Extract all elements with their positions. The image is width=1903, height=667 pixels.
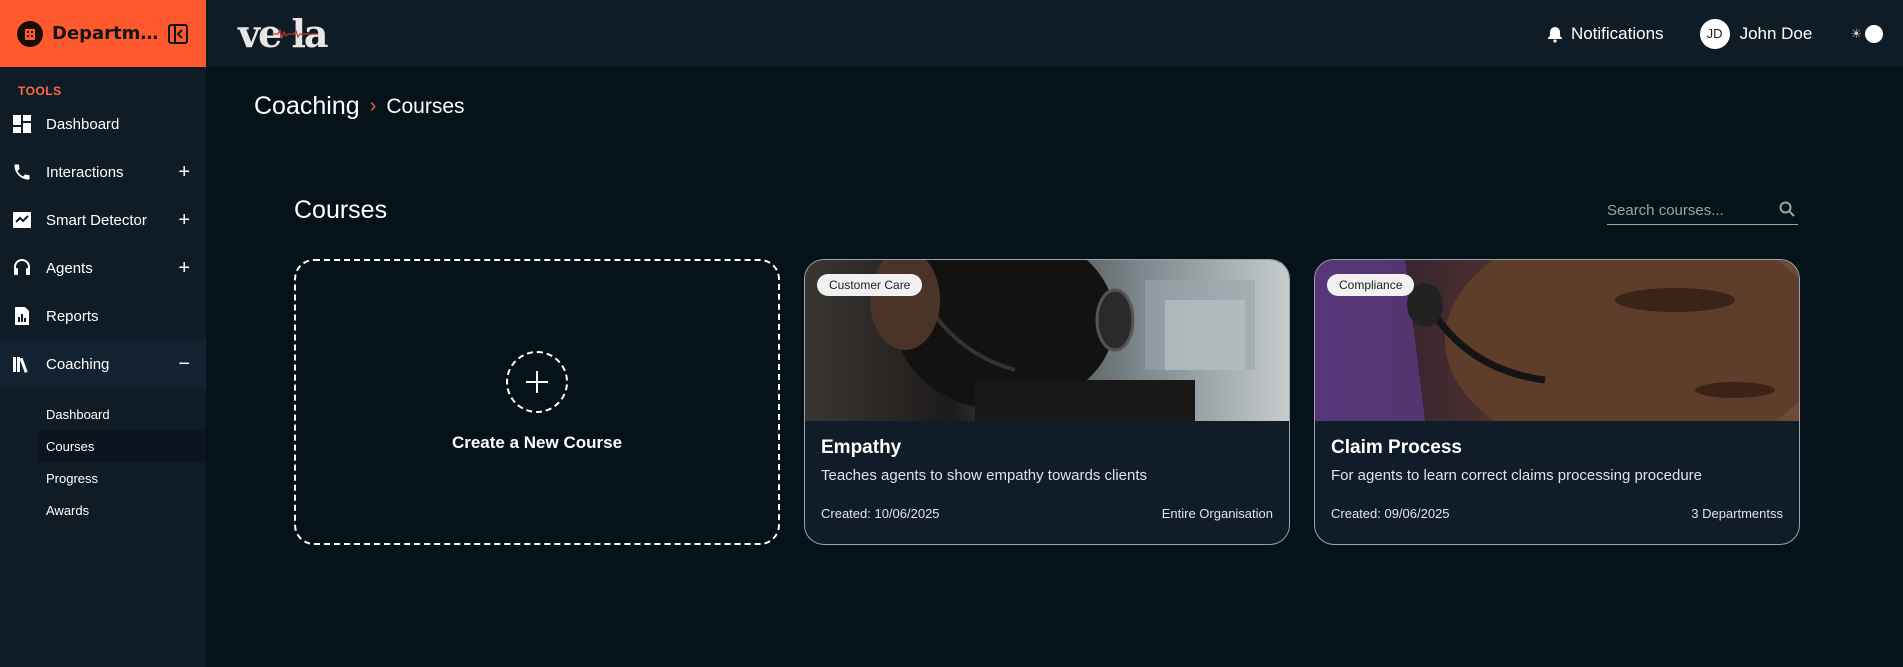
building-icon <box>17 20 43 47</box>
report-icon <box>12 306 32 326</box>
sidebar: Departmen... TOOLS Dashboard Interaction… <box>0 0 206 667</box>
chevron-right-icon: › <box>369 95 377 117</box>
books-icon <box>12 354 32 374</box>
sidebar-item-coaching[interactable]: Coaching − <box>0 340 206 388</box>
user-menu[interactable]: JD John Doe <box>1699 18 1813 49</box>
course-title: Empathy <box>821 437 902 458</box>
sidebar-item-agents[interactable]: Agents + <box>0 244 206 292</box>
course-description: For agents to learn correct claims proce… <box>1331 467 1703 484</box>
create-course-label: Create a New Course <box>451 433 623 452</box>
sidebar-item-label: Dashboard <box>46 115 120 133</box>
bell-icon <box>1547 26 1562 43</box>
user-name: John Doe <box>1739 23 1813 43</box>
sidebar-collapse-icon[interactable] <box>167 23 189 45</box>
chart-check-icon <box>12 210 32 230</box>
logo[interactable]: ve la <box>238 11 329 56</box>
sidebar-item-reports[interactable]: Reports <box>0 292 206 340</box>
sun-icon: ☀ <box>1850 25 1862 41</box>
sidebar-subitem-courses[interactable]: Courses <box>38 430 206 462</box>
department-selector[interactable]: Departmen... <box>0 0 206 67</box>
sidebar-item-label: Interactions <box>46 163 124 181</box>
notifications-label: Notifications <box>1570 23 1664 43</box>
tools-section-label: TOOLS <box>18 84 62 98</box>
search-icon[interactable] <box>1778 200 1796 218</box>
toggle-knob <box>1865 24 1883 43</box>
notifications-button[interactable]: Notifications <box>1546 24 1664 44</box>
course-scope: Entire Organisation <box>1161 506 1273 521</box>
topbar: ve la Notifications JD John Doe ☀ <box>206 0 1903 67</box>
page-title: Courses <box>294 196 388 224</box>
dashboard-icon <box>12 114 32 134</box>
sidebar-subitem-awards[interactable]: Awards <box>0 494 206 526</box>
create-course-card[interactable]: Create a New Course <box>294 259 780 545</box>
category-tag: Compliance <box>1327 274 1415 296</box>
headset-icon <box>12 258 32 278</box>
sidebar-item-label: Smart Detector <box>46 211 147 229</box>
sidebar-item-label: Coaching <box>46 355 110 373</box>
phone-icon <box>12 162 32 182</box>
course-description: Teaches agents to show empathy towards c… <box>821 467 1148 484</box>
course-created: Created: 09/06/2025 <box>1331 506 1450 521</box>
department-name: Departmen... <box>52 23 162 44</box>
avatar: JD <box>1699 18 1730 49</box>
sidebar-subitem-progress[interactable]: Progress <box>0 462 206 494</box>
sidebar-subitem-dashboard[interactable]: Dashboard <box>0 398 206 430</box>
breadcrumb: Coaching › Courses <box>254 92 465 121</box>
collapse-icon[interactable]: − <box>178 354 190 374</box>
search-placeholder: Search courses... <box>1607 201 1724 219</box>
category-tag: Customer Care <box>817 274 923 296</box>
sidebar-item-label: Reports <box>46 307 99 325</box>
theme-toggle[interactable]: ☀ <box>1850 24 1883 43</box>
expand-icon[interactable]: + <box>178 210 190 230</box>
sidebar-item-smart-detector[interactable]: Smart Detector + <box>0 196 206 244</box>
breadcrumb-current: Courses <box>386 94 465 118</box>
course-image: Customer Care <box>805 260 1289 421</box>
course-title: Claim Process <box>1331 437 1462 458</box>
sidebar-item-label: Agents <box>46 259 93 277</box>
course-scope: 3 Departmentss <box>1691 506 1783 521</box>
course-card-claim-process[interactable]: Compliance Claim Process For agents to l… <box>1314 259 1800 545</box>
breadcrumb-root[interactable]: Coaching <box>254 92 360 121</box>
expand-icon[interactable]: + <box>178 258 190 278</box>
add-icon <box>506 351 568 413</box>
course-image: Compliance <box>1315 260 1799 421</box>
course-created: Created: 10/06/2025 <box>821 506 940 521</box>
sidebar-item-dashboard[interactable]: Dashboard <box>0 100 206 148</box>
search-input[interactable]: Search courses... <box>1607 196 1798 225</box>
course-card-empathy[interactable]: Customer Care Empathy Teaches agents to … <box>804 259 1290 545</box>
expand-icon[interactable]: + <box>178 162 190 182</box>
logo-wave-icon <box>272 29 318 39</box>
sidebar-item-interactions[interactable]: Interactions + <box>0 148 206 196</box>
